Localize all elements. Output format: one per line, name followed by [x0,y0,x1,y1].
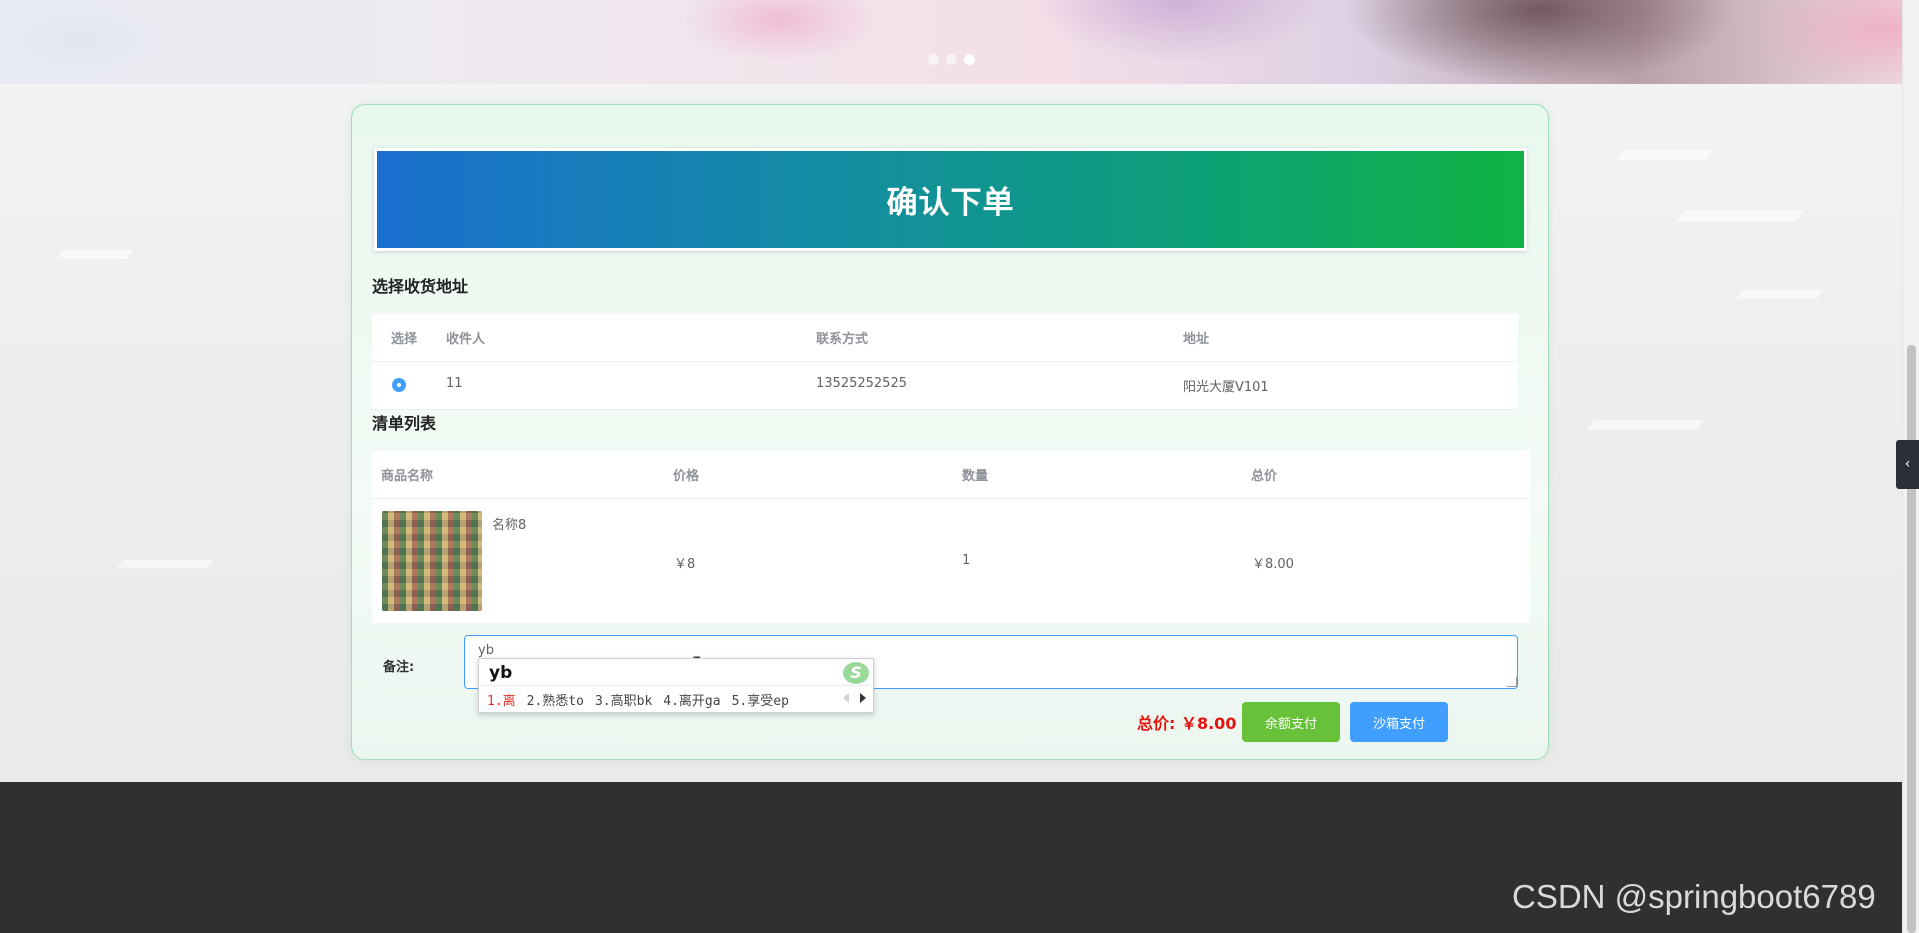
product-total: ￥8.00 [1252,557,1294,572]
recipient-cell: 11 [446,376,463,391]
background-streak [1736,290,1824,299]
ime-candidate[interactable]: 5.享受ep [732,690,789,709]
address-col-address: 地址 [1183,332,1210,347]
items-col-price: 价格 [673,469,700,484]
order-total: 总价: ￥8.00 [1137,714,1237,733]
ime-candidate[interactable]: 3.高职bk [595,690,652,709]
product-price: ￥8 [674,557,696,572]
address-radio[interactable] [392,378,406,392]
watermark: CSDN @springboot6789 [1512,878,1876,915]
page-title: 确认下单 [886,185,1015,221]
row-divider [372,361,1518,362]
background-streak [1675,210,1805,222]
phone-cell: 13525252525 [816,376,907,391]
hero-banner [0,0,1902,84]
ime-candidate-list: 1.离 2.熟悉to 3.高职bk 4.离开ga 5.享受ep [487,690,789,709]
row-divider [372,409,1518,410]
address-col-phone: 联系方式 [816,332,869,347]
ime-candidate[interactable]: 2.熟悉to [527,690,584,709]
carousel-dot[interactable] [928,54,939,65]
page: 确认下单 选择收货地址 选择 收件人 联系方式 地址 11 1352525252… [0,0,1919,933]
row-divider [372,498,1530,499]
address-table: 选择 收件人 联系方式 地址 11 13525252525 阳光大厦V101 [372,314,1518,410]
ime-divider [479,685,873,686]
chevron-left-icon[interactable]: ‹ [1896,440,1919,489]
textarea-resize-handle[interactable] [1507,677,1517,687]
product-image[interactable] [382,511,482,611]
sandbox-pay-button[interactable]: 沙箱支付 [1350,702,1448,742]
address-cell: 阳光大厦V101 [1183,380,1269,395]
ime-candidate[interactable]: 4.离开ga [663,690,720,709]
address-section-title: 选择收货地址 [372,277,469,296]
remark-label: 备注: [383,660,415,675]
balance-pay-button[interactable]: 余额支付 [1242,702,1340,742]
items-section-title: 清单列表 [372,414,437,433]
items-table: 商品名称 价格 数量 总价 名称8 ￥8 1 ￥8.00 [372,451,1530,623]
carousel-dot[interactable] [946,54,957,65]
background-streak [1616,150,1714,160]
address-col-select: 选择 [391,332,418,347]
ime-next-page-icon[interactable] [860,693,866,703]
scrollbar-thumb[interactable] [1907,345,1916,933]
background-streak [1586,420,1704,430]
items-col-total: 总价 [1251,469,1278,484]
order-title-bar: 确认下单 [374,148,1527,251]
remark-value: yb [478,643,494,658]
ime-prev-page-icon[interactable] [843,693,849,703]
items-col-name: 商品名称 [381,469,434,484]
ime-candidate-window: yb S 1.离 2.熟悉to 3.高职bk 4.离开ga 5.享受ep [478,658,874,713]
product-quantity: 1 [962,553,971,568]
sogou-s-icon: S [843,662,869,684]
address-col-recipient: 收件人 [446,332,486,347]
ime-candidate[interactable]: 1.离 [487,690,516,709]
carousel-dot-active[interactable] [964,54,975,65]
background-streak [117,560,213,568]
ime-composition: yb [489,663,513,683]
items-col-quantity: 数量 [962,469,989,484]
product-name: 名称8 [492,518,527,533]
carousel-indicators [928,54,975,65]
background-streak [56,250,134,259]
